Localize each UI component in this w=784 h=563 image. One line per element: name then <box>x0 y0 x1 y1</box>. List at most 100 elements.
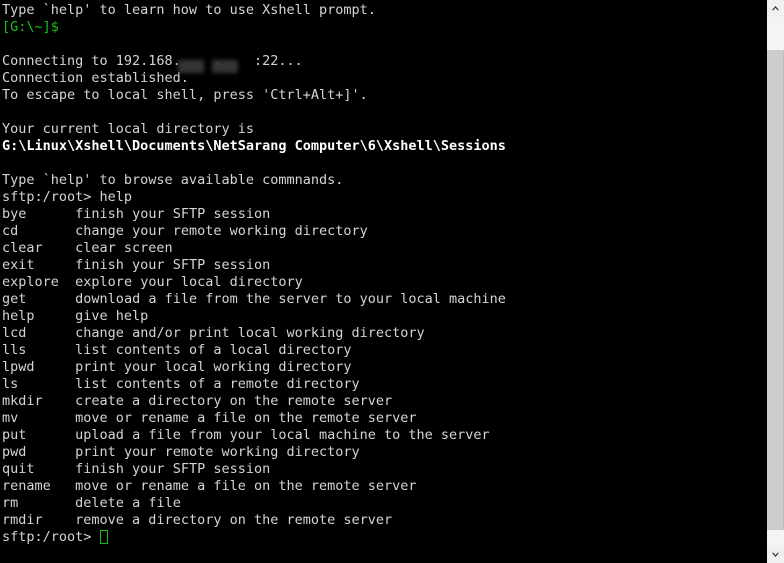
chevron-down-icon <box>771 551 780 558</box>
command-description: list contents of a local directory <box>75 342 352 358</box>
command-description: download a file from the server to your … <box>75 291 506 307</box>
command-row: exit finish your SFTP session <box>2 257 766 274</box>
command-description: print your remote working directory <box>75 444 360 460</box>
sftp-prompt-final: sftp:/root> <box>2 529 92 545</box>
command-name: lcd <box>2 325 27 341</box>
command-row: ls list contents of a remote directory <box>2 376 766 393</box>
command-row: rename move or rename a file on the remo… <box>2 478 766 495</box>
command-row: mkdir create a directory on the remote s… <box>2 393 766 410</box>
command-column-gap <box>26 325 75 341</box>
connecting-line: Connecting to 192.168. . :22... <box>2 53 766 70</box>
vertical-scrollbar[interactable] <box>766 0 784 563</box>
terminal-output-area[interactable]: Type `help' to learn how to use Xshell p… <box>0 0 766 563</box>
command-column-gap <box>35 461 76 477</box>
command-column-gap <box>26 444 75 460</box>
command-name: put <box>2 427 27 443</box>
command-description: finish your SFTP session <box>75 257 271 273</box>
command-column-gap <box>35 359 76 375</box>
command-name: pwd <box>2 444 27 460</box>
command-description: clear screen <box>75 240 173 256</box>
command-column-gap <box>26 291 75 307</box>
command-row: rmdir remove a directory on the remote s… <box>2 512 766 529</box>
command-row: lls list contents of a local directory <box>2 342 766 359</box>
redacted-ip-octet-3 <box>178 60 204 73</box>
local-directory-path: G:\Linux\Xshell\Documents\NetSarang Comp… <box>2 138 506 154</box>
command-description: give help <box>75 308 149 324</box>
command-description: finish your SFTP session <box>75 206 271 222</box>
command-name: rm <box>2 495 19 511</box>
command-row: rm delete a file <box>2 495 766 512</box>
command-name: quit <box>2 461 35 477</box>
command-description: remove a directory on the remote server <box>75 512 393 528</box>
command-name: rmdir <box>2 512 43 528</box>
command-row: pwd print your remote working directory <box>2 444 766 461</box>
command-name: explore <box>2 274 59 290</box>
local-directory-label: Your current local directory is <box>2 121 254 137</box>
command-row: lpwd print your local working directory <box>2 359 766 376</box>
command-column-gap <box>26 342 75 358</box>
command-description: change your remote working directory <box>75 223 368 239</box>
command-column-gap <box>43 240 76 256</box>
scrollbar-up-button[interactable] <box>767 0 784 17</box>
command-description: move or rename a file on the remote serv… <box>75 410 417 426</box>
command-column-gap <box>18 410 75 426</box>
command-column-gap <box>35 257 76 273</box>
command-row: get download a file from the server to y… <box>2 291 766 308</box>
scrollbar-track[interactable] <box>767 17 784 546</box>
sftp-browse-hint: Type `help' to browse available commnand… <box>2 172 344 188</box>
command-description: explore your local directory <box>75 274 303 290</box>
command-name: help <box>2 308 35 324</box>
command-row: cd change your remote working directory <box>2 223 766 240</box>
escape-hint-line: To escape to local shell, press 'Ctrl+Al… <box>2 87 368 103</box>
command-name: ls <box>2 376 19 392</box>
help-hint-line: Type `help' to learn how to use Xshell p… <box>2 2 376 18</box>
command-column-gap <box>26 427 75 443</box>
command-column-gap <box>26 206 75 222</box>
command-column-gap <box>43 512 76 528</box>
command-column-gap <box>18 495 75 511</box>
command-description: change and/or print local working direct… <box>75 325 425 341</box>
sftp-entered-command: help <box>99 189 133 205</box>
command-row: explore explore your local directory <box>2 274 766 291</box>
command-description: print your local working directory <box>75 359 352 375</box>
sftp-help-command-line: sftp:/root> help <box>2 189 766 206</box>
sftp-prompt: sftp:/root> <box>2 189 92 205</box>
redacted-ip-octet-4 <box>212 60 238 73</box>
command-name: lpwd <box>2 359 35 375</box>
scrollbar-down-button[interactable] <box>767 546 784 563</box>
command-column-gap <box>51 478 75 494</box>
command-description: upload a file from your local machine to… <box>75 427 490 443</box>
sftp-final-prompt-line: sftp:/root> <box>2 529 766 546</box>
command-name: rename <box>2 478 51 494</box>
connecting-text: Connecting to 192.168. <box>2 53 181 69</box>
command-column-gap <box>18 223 75 239</box>
command-row: mv move or rename a file on the remote s… <box>2 410 766 427</box>
command-name: mv <box>2 410 19 426</box>
connecting-port-text: :22... <box>253 53 303 69</box>
command-description: list contents of a remote directory <box>75 376 360 392</box>
command-column-gap <box>59 274 75 290</box>
local-shell-prompt: [G:\~]$ <box>2 19 59 35</box>
command-name: cd <box>2 223 19 239</box>
command-description: delete a file <box>75 495 181 511</box>
text-cursor <box>99 530 108 544</box>
command-name: clear <box>2 240 43 256</box>
command-row: put upload a file from your local machin… <box>2 427 766 444</box>
scrollbar-thumb[interactable] <box>767 50 784 530</box>
command-column-gap <box>18 376 75 392</box>
command-row: bye finish your SFTP session <box>2 206 766 223</box>
command-column-gap <box>35 308 76 324</box>
command-description: finish your SFTP session <box>75 461 271 477</box>
command-row: help give help <box>2 308 766 325</box>
command-name: get <box>2 291 27 307</box>
command-row: clear clear screen <box>2 240 766 257</box>
command-row: quit finish your SFTP session <box>2 461 766 478</box>
command-name: mkdir <box>2 393 43 409</box>
command-name: bye <box>2 206 27 222</box>
sftp-command-list: bye finish your SFTP session cd change yo… <box>2 206 766 529</box>
connection-established-line: Connection established. <box>2 70 189 86</box>
command-name: exit <box>2 257 35 273</box>
terminal-window: Type `help' to learn how to use Xshell p… <box>0 0 784 563</box>
